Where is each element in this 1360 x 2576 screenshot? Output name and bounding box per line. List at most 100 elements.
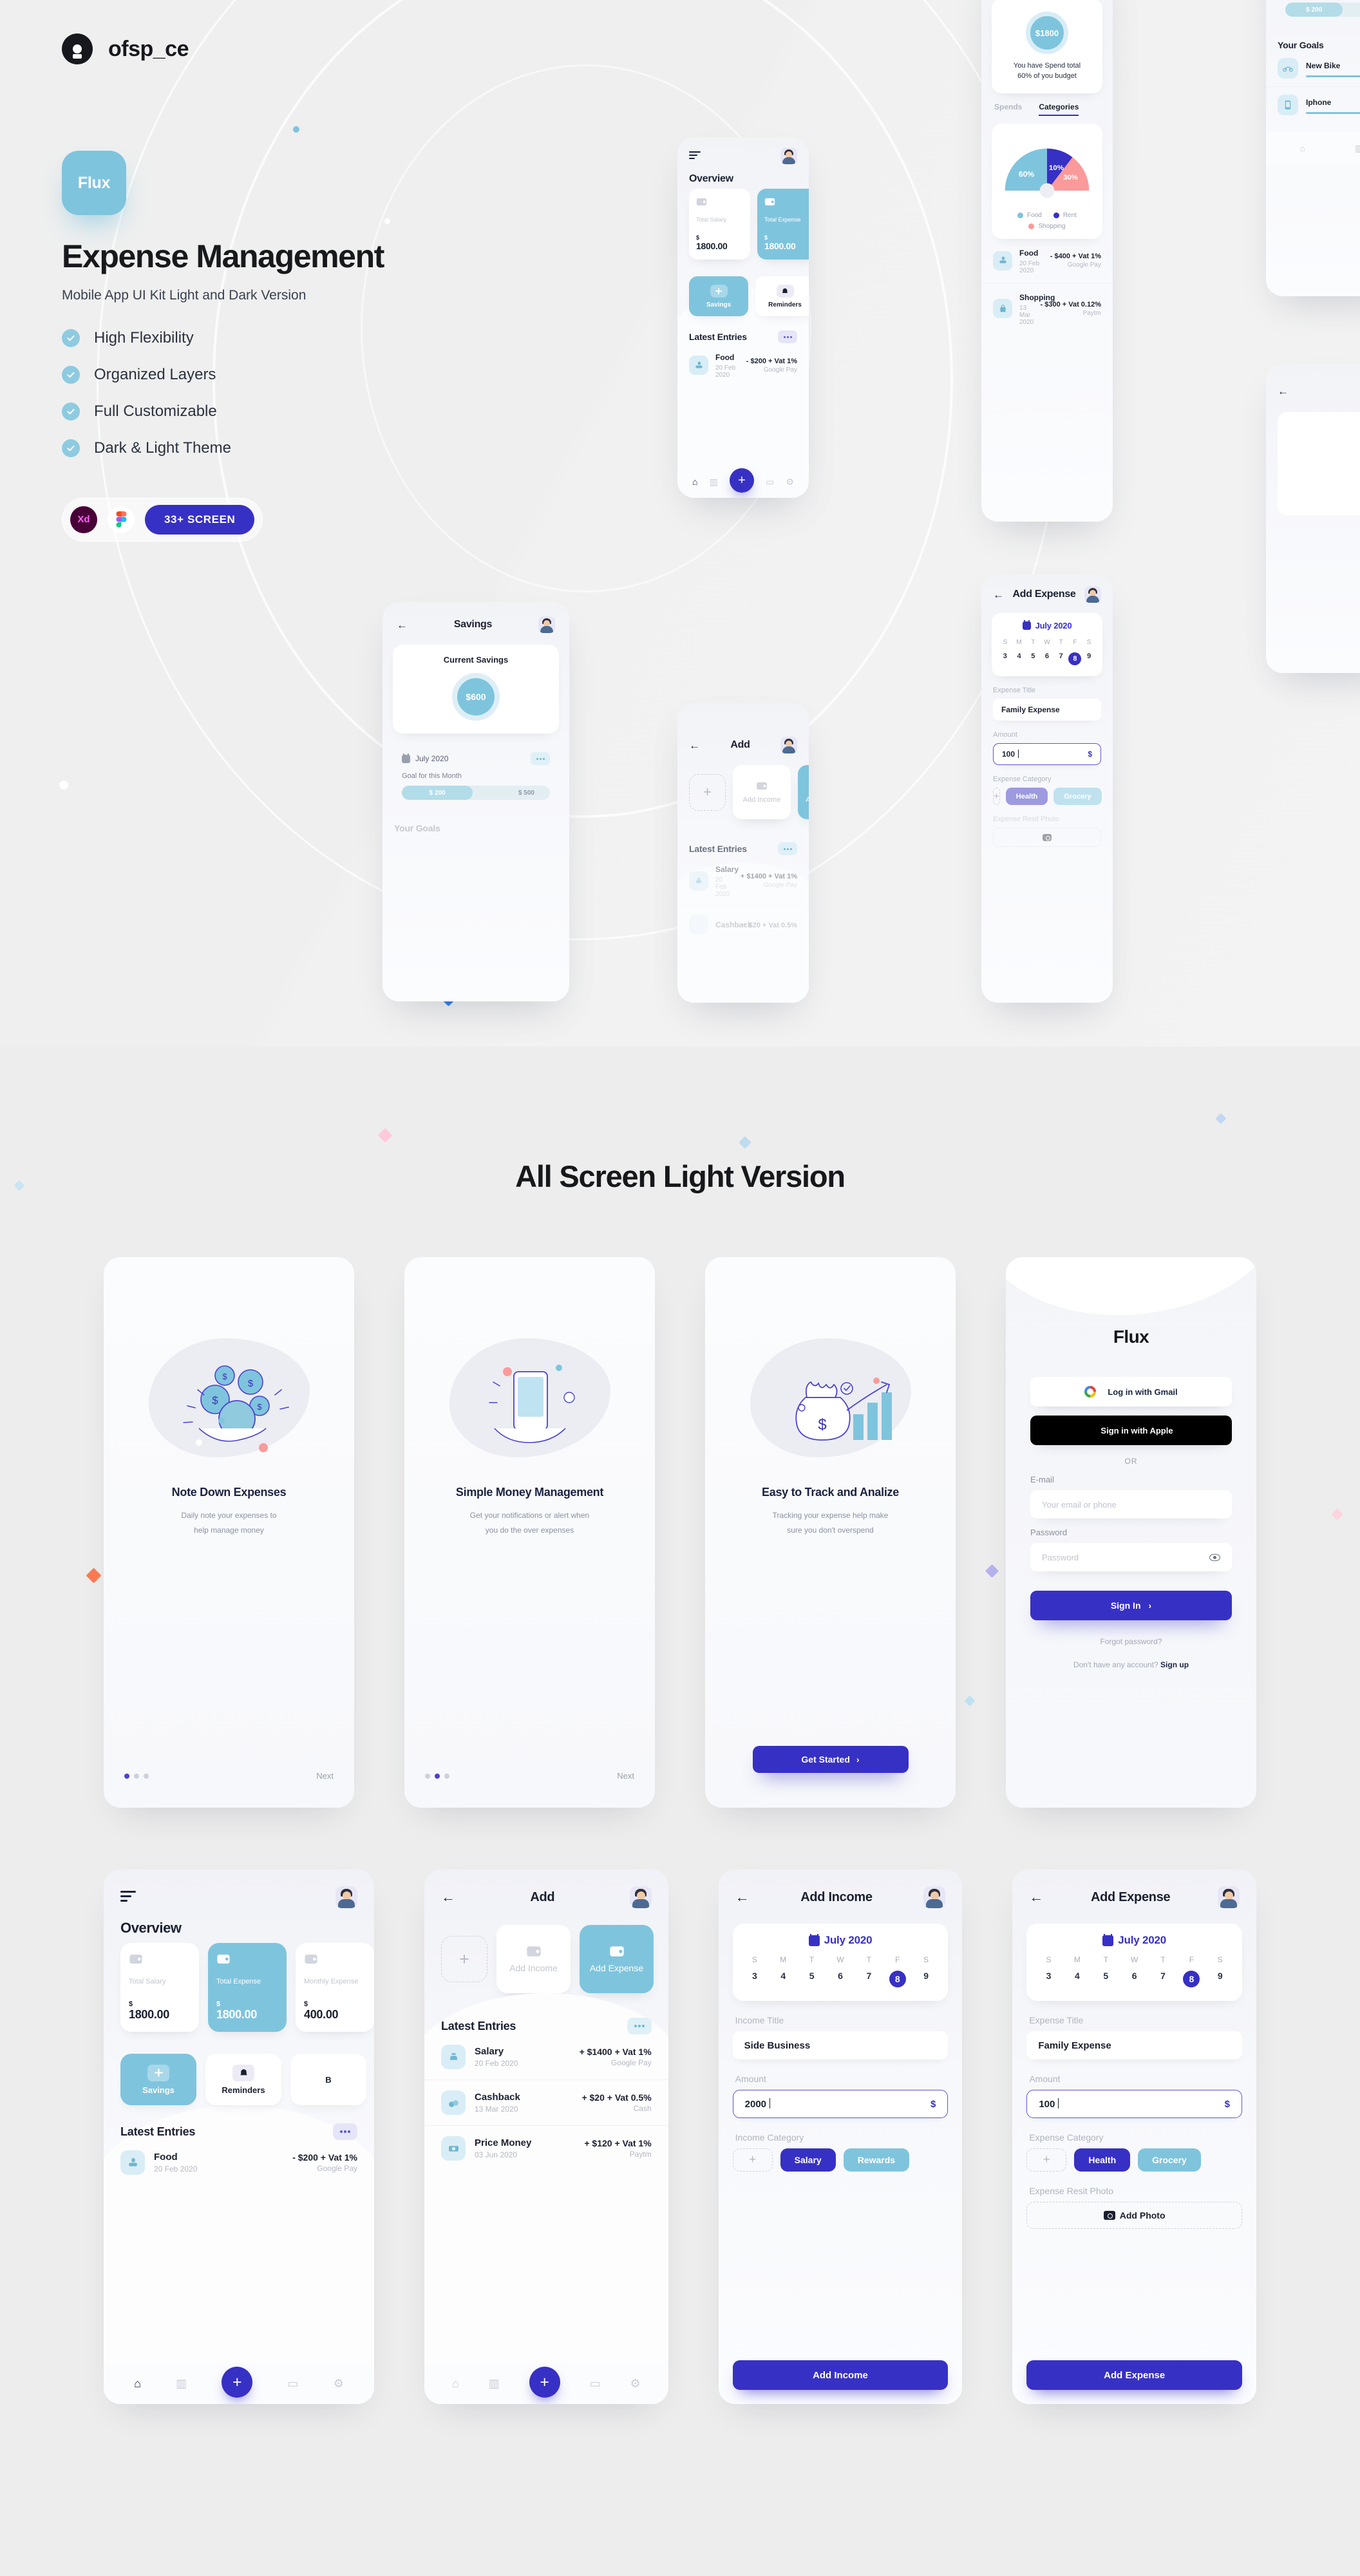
settings-icon[interactable]: ⚙ — [630, 2377, 641, 2391]
tab-spends[interactable]: Spends — [994, 102, 1022, 116]
chip-grocery[interactable]: Grocery — [1138, 2148, 1201, 2172]
add-category-button[interactable]: + — [732, 2148, 773, 2172]
more-options-icon[interactable] — [531, 752, 550, 765]
wallet-tab-icon[interactable]: ▭ — [288, 2377, 299, 2391]
amount-input[interactable]: 100 $ — [993, 743, 1101, 765]
more-options-icon[interactable] — [778, 842, 797, 855]
add-screen[interactable]: ← Add + Add Income Add Expense Latest En… — [424, 1870, 668, 2404]
calendar-day[interactable]: 7 — [855, 1967, 883, 1990]
signin-button[interactable]: Sign In › — [1030, 1591, 1232, 1620]
onboarding-screen-1[interactable]: $ $ $ $ Note Down Expenses Daily note yo… — [104, 1257, 354, 1808]
amount-input[interactable]: 100 $ — [1026, 2090, 1242, 2118]
income-title-input[interactable]: Side Business — [732, 2031, 949, 2060]
entry-row[interactable]: Salary 20 Feb 2020 + $1400 + Vat 1% Goog… — [677, 855, 809, 906]
expense-title-input[interactable]: Family Expense — [993, 699, 1101, 721]
quick-budget[interactable]: B — [290, 2054, 366, 2105]
calendar-day[interactable]: 7 — [1054, 649, 1068, 668]
eye-icon[interactable] — [1209, 1553, 1220, 1561]
goal-row[interactable]: Iphone — [1266, 86, 1360, 123]
quick-savings[interactable]: Savings — [689, 276, 748, 316]
entry-row[interactable]: Food 20 Feb 2020 - $200 + Vat 1% Google … — [104, 2140, 374, 2185]
add-category-button[interactable]: + — [1026, 2148, 1067, 2172]
add-expense-screen[interactable]: ← Add Expense July 2020 SMTWTFS 3 4 5 6 … — [1012, 1870, 1256, 2404]
screen-count-button[interactable]: 33+ SCREEN — [145, 504, 255, 535]
add-category-button[interactable]: + — [689, 773, 726, 811]
onboarding-screen-3[interactable]: $ Easy to Track and Analize Tracking you… — [705, 1257, 956, 1808]
calendar-day[interactable]: 9 — [912, 1967, 940, 1990]
calendar-day[interactable]: 6 — [1040, 649, 1054, 668]
entry-row[interactable]: Cashback + $20 + Vat 0.5% — [677, 906, 809, 943]
home-icon[interactable]: ⌂ — [1300, 143, 1305, 153]
add-income-card[interactable]: Add Income — [496, 1925, 571, 1993]
add-expense-button[interactable]: Add Expense — [1026, 2360, 1242, 2390]
stats-icon[interactable]: ▥ — [1355, 143, 1360, 154]
add-category-button[interactable]: + — [441, 1936, 487, 1982]
stats-icon[interactable]: ▥ — [176, 2377, 187, 2391]
chip-salary[interactable]: Salary — [780, 2148, 836, 2172]
entry-row[interactable]: Cashback 13 Mar 2020 + $20 + Vat 0.5% Ca… — [424, 2079, 668, 2125]
settings-icon[interactable]: ⚙ — [334, 2377, 344, 2391]
overview-screen[interactable]: Overview Total Salary $ 1800.00 Total Ex… — [104, 1870, 374, 2404]
chip-rewards[interactable]: Rewards — [843, 2148, 910, 2172]
calendar-card[interactable]: July 2020 SMTWTFS 3 4 5 6 7 8 9 — [732, 1924, 949, 2001]
calendar-day[interactable]: 6 — [1120, 1967, 1148, 1990]
hero-phone-overview[interactable]: Overview Total Salary $ 1800.00 Total Ex… — [677, 137, 809, 498]
calendar-card[interactable]: July 2020 SMTWTFS 3 4 5 6 7 8 9 — [992, 613, 1102, 676]
calendar-day-selected[interactable]: 8 — [883, 1967, 912, 1990]
chip-health[interactable]: Health — [1074, 2148, 1131, 2172]
add-income-button[interactable]: Add Income — [732, 2360, 949, 2390]
hero-phone-add[interactable]: ← Add + Add Income Add Expense — [677, 703, 809, 1003]
back-icon[interactable]: ← — [993, 589, 1004, 600]
hero-phone-goals-partial[interactable]: Goal for this Month $ 200 Your Goals New… — [1266, 0, 1360, 296]
home-icon[interactable]: ⌂ — [452, 2377, 459, 2391]
hero-phone-partial-right[interactable]: ← — [1266, 364, 1360, 673]
gmail-login-button[interactable]: Log in with Gmail — [1030, 1377, 1232, 1406]
back-icon[interactable]: ← — [735, 1890, 750, 1904]
stat-card[interactable]: Total Salary $ 1800.00 — [689, 189, 750, 260]
more-options-icon[interactable] — [627, 2018, 652, 2034]
wallet-tab-icon[interactable]: ▭ — [590, 2377, 601, 2391]
quick-savings[interactable]: Savings — [120, 2054, 196, 2105]
calendar-card[interactable]: July 2020 SMTWTFS 3 4 5 6 7 8 9 — [1026, 1924, 1242, 2001]
add-income-screen[interactable]: ← Add Income July 2020 SMTWTFS 3 4 5 6 7… — [718, 1870, 963, 2404]
calendar-day[interactable]: 5 — [1091, 1967, 1120, 1990]
add-fab[interactable]: + — [222, 2367, 253, 2398]
more-options-icon[interactable] — [333, 2123, 357, 2140]
settings-icon[interactable]: ⚙ — [786, 477, 794, 488]
calendar-day[interactable]: 3 — [741, 1967, 769, 1990]
stat-card[interactable]: Monthly Expense $ 400.00 — [296, 1943, 374, 2032]
avatar[interactable] — [538, 616, 555, 633]
chip-health[interactable]: Health — [1005, 788, 1048, 805]
calendar-day-selected[interactable]: 8 — [1177, 1967, 1205, 1990]
add-expense-card[interactable]: Add Expense — [798, 765, 809, 819]
calendar-day[interactable]: 6 — [826, 1967, 855, 1990]
stat-card[interactable]: Total Expense $ 1800.00 — [208, 1943, 287, 2032]
home-icon[interactable]: ⌂ — [692, 477, 697, 487]
hero-phone-savings[interactable]: ← Savings Current Savings $600 July 2020… — [382, 602, 569, 1001]
add-expense-card[interactable]: Add Expense — [580, 1925, 654, 1993]
quick-reminders[interactable]: Reminders — [755, 276, 809, 316]
entry-row[interactable]: Price Money 03 Jun 2020 + $120 + Vat 1% … — [424, 2125, 668, 2171]
next-button[interactable]: Next — [617, 1771, 634, 1781]
entry-row[interactable]: Food 20 Feb 2020 - $400 + Vat 1% Google … — [981, 239, 1113, 283]
calendar-day[interactable]: 9 — [1082, 649, 1096, 668]
back-icon[interactable]: ← — [1029, 1890, 1043, 1904]
calendar-day[interactable]: 3 — [1034, 1967, 1062, 1990]
chip-grocery[interactable]: Grocery — [1053, 788, 1102, 805]
avatar[interactable] — [335, 1886, 357, 1908]
back-icon[interactable]: ← — [441, 1890, 455, 1904]
stats-icon[interactable]: ▥ — [710, 477, 718, 488]
back-icon[interactable]: ← — [1278, 385, 1289, 397]
calendar-day[interactable]: 9 — [1206, 1967, 1234, 1990]
next-button[interactable]: Next — [316, 1771, 334, 1781]
figma-icon[interactable] — [108, 506, 135, 533]
avatar[interactable] — [1084, 586, 1101, 603]
tab-categories[interactable]: Categories — [1039, 102, 1079, 116]
add-fab[interactable]: + — [729, 468, 754, 493]
calendar-day[interactable]: 5 — [797, 1967, 826, 1990]
calendar-day[interactable]: 7 — [1149, 1967, 1177, 1990]
add-photo-dropzone[interactable] — [993, 828, 1101, 847]
menu-icon[interactable] — [120, 1890, 136, 1904]
avatar[interactable] — [629, 1886, 652, 1908]
calendar-day[interactable]: 4 — [769, 1967, 797, 1990]
